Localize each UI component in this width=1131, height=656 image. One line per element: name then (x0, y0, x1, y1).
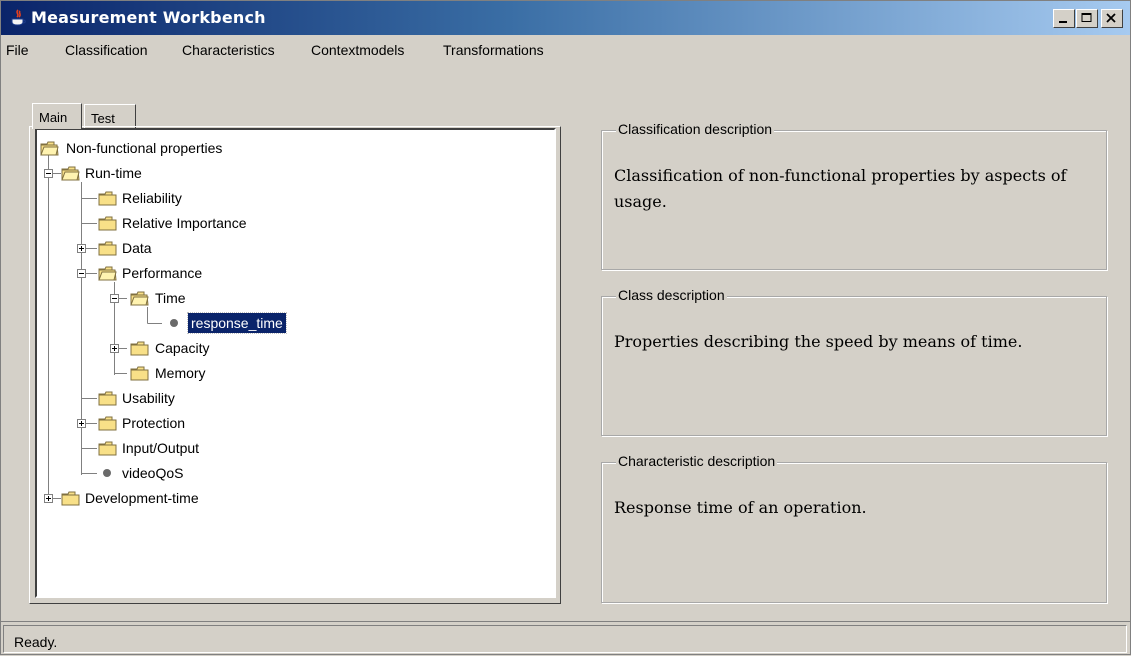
tree-node-relative-importance[interactable]: Relative Importance (122, 213, 247, 233)
tree-node-data[interactable]: Data (122, 238, 152, 258)
close-button[interactable] (1101, 9, 1123, 28)
expand-icon[interactable] (77, 244, 86, 253)
tree-node-memory[interactable]: Memory (155, 363, 206, 383)
tree-node-response-time[interactable]: response_time (187, 312, 287, 334)
menu-classification[interactable]: Classification (65, 42, 147, 58)
tree-node-input-output[interactable]: Input/Output (122, 438, 199, 458)
expand-icon[interactable] (77, 419, 86, 428)
maximize-icon (1081, 13, 1092, 22)
collapse-icon[interactable] (44, 169, 53, 178)
minimize-icon (1059, 21, 1067, 23)
menu-characteristics[interactable]: Characteristics (182, 42, 275, 58)
tree-node-run-time[interactable]: Run-time (85, 163, 142, 183)
folder-icon (61, 491, 80, 506)
folder-icon (130, 341, 149, 356)
menu-contextmodels[interactable]: Contextmodels (311, 42, 404, 58)
tree-node-capacity[interactable]: Capacity (155, 338, 209, 358)
characteristic-description-panel: Characteristic description Response time… (601, 453, 1107, 603)
window-title: Measurement Workbench (31, 8, 266, 27)
tab-main-label: Main (39, 110, 68, 125)
leaf-bullet-icon (103, 469, 111, 477)
menu-file[interactable]: File (6, 42, 29, 58)
title-bar[interactable]: Measurement Workbench (1, 1, 1130, 35)
open-folder-icon (98, 266, 117, 281)
collapse-icon[interactable] (77, 269, 86, 278)
status-field: Ready. (3, 625, 1127, 653)
tree-node-performance[interactable]: Performance (122, 263, 202, 283)
expand-icon[interactable] (110, 344, 119, 353)
classification-description-panel: Classification description Classificatio… (601, 121, 1107, 270)
close-icon (1106, 13, 1116, 23)
classification-description-title: Classification description (616, 121, 775, 137)
open-folder-icon (40, 141, 59, 156)
maximize-button[interactable] (1076, 9, 1098, 28)
tree-node-non-functional-properties[interactable]: Non-functional properties (66, 138, 222, 158)
folder-icon (98, 441, 117, 456)
tree-node-protection[interactable]: Protection (122, 413, 185, 433)
class-description-text: Properties describing the speed by means… (614, 332, 1023, 351)
status-bar: Ready. (1, 621, 1130, 656)
tree-node-videoqos[interactable]: videoQoS (122, 463, 183, 483)
folder-icon (98, 191, 117, 206)
java-app-icon (11, 9, 26, 26)
tree-node-development-time[interactable]: Development-time (85, 488, 199, 508)
characteristic-description-title: Characteristic description (616, 453, 778, 469)
leaf-bullet-icon (170, 319, 178, 327)
folder-icon (98, 391, 117, 406)
tab-main[interactable]: Main (32, 103, 82, 129)
class-description-title: Class description (616, 287, 727, 303)
folder-icon (130, 366, 149, 381)
tab-test-label: Test (91, 111, 115, 126)
application-window: Measurement Workbench File Classificatio… (0, 0, 1131, 655)
collapse-icon[interactable] (110, 294, 119, 303)
tree-node-reliability[interactable]: Reliability (122, 188, 182, 208)
folder-icon (98, 416, 117, 431)
tab-test[interactable]: Test (84, 104, 136, 128)
characteristic-description-text: Response time of an operation. (614, 498, 867, 517)
tree-node-time[interactable]: Time (155, 288, 186, 308)
status-text: Ready. (14, 634, 58, 650)
class-description-panel: Class description Properties describing … (601, 287, 1107, 436)
tree-node-usability[interactable]: Usability (122, 388, 175, 408)
open-folder-icon (130, 291, 149, 306)
folder-icon (98, 216, 117, 231)
classification-description-text: Classification of non-functional propert… (614, 166, 1067, 211)
minimize-button[interactable] (1053, 9, 1075, 28)
expand-icon[interactable] (44, 494, 53, 503)
classification-tree[interactable]: Non-functional properties Run-time Relia… (35, 128, 556, 598)
menu-bar: File Classification Characteristics Cont… (1, 38, 1130, 62)
menu-transformations[interactable]: Transformations (443, 42, 544, 58)
folder-icon (98, 241, 117, 256)
open-folder-icon (61, 166, 80, 181)
